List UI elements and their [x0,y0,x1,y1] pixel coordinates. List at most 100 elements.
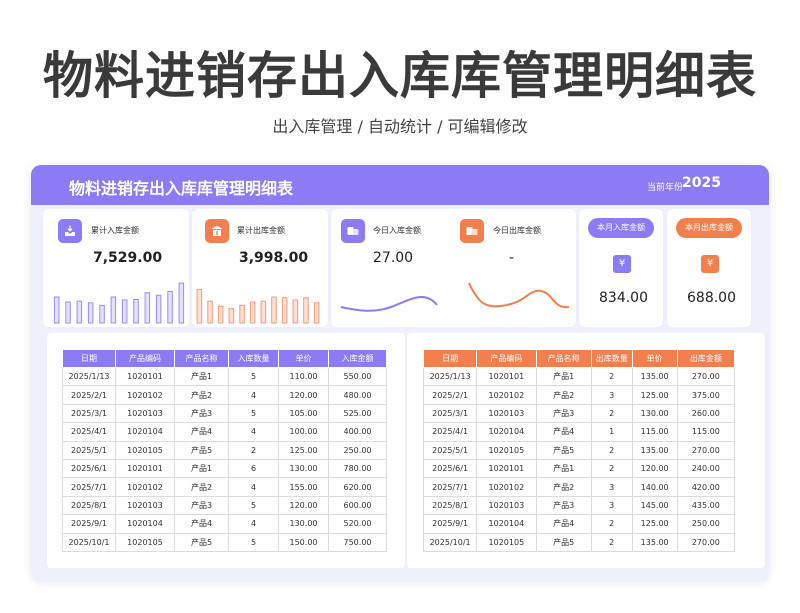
table-cell[interactable]: 1020105 [115,440,175,460]
table-cell[interactable]: 2025/3/1 [62,403,116,424]
table-cell[interactable]: 5 [228,366,279,387]
table-cell[interactable]: 1020101 [476,458,537,479]
table-cell[interactable]: 产品1 [535,458,592,479]
table-cell[interactable]: 1020103 [476,403,537,424]
table-cell[interactable]: 1020105 [476,440,537,460]
table-cell[interactable]: 1020103 [476,495,537,516]
table-cell[interactable]: 120.00 [278,385,329,405]
table-cell[interactable]: 2025/3/1 [422,403,478,424]
table-cell[interactable]: 250.00 [676,514,736,534]
table-cell[interactable]: 480.00 [328,385,387,405]
table-cell[interactable]: 2025/7/1 [62,477,116,497]
table-cell[interactable]: 产品1 [535,366,592,387]
table-cell[interactable]: 105.00 [278,403,329,424]
table-cell[interactable]: 2 [590,440,633,460]
table-cell[interactable]: 115.00 [676,422,736,442]
table-cell[interactable]: 1020101 [115,366,175,387]
table-cell[interactable]: 2025/4/1 [422,422,478,442]
table-cell[interactable]: 5 [228,532,279,552]
table-cell[interactable]: 2025/10/1 [62,532,116,552]
table-cell[interactable]: 1020104 [476,422,537,442]
table-cell[interactable]: 135.00 [631,440,678,460]
table-cell[interactable]: 3 [590,385,633,405]
table-cell[interactable]: 1020103 [115,495,175,516]
table-cell[interactable]: 2025/5/1 [62,440,116,460]
table-cell[interactable]: 750.00 [328,532,387,552]
table-cell[interactable]: 4 [228,422,279,442]
table-cell[interactable]: 125.00 [631,385,678,405]
table-cell[interactable]: 1020104 [115,514,175,534]
table-cell[interactable]: 产品5 [174,440,229,460]
table-cell[interactable]: 120.00 [631,458,678,479]
table-cell[interactable]: 4 [228,514,279,534]
table-cell[interactable]: 1020101 [115,458,175,479]
table-cell[interactable]: 1020103 [115,403,175,424]
table-cell[interactable]: 1020102 [476,385,537,405]
table-cell[interactable]: 产品1 [174,366,229,387]
table-cell[interactable]: 2025/2/1 [422,385,478,405]
table-cell[interactable]: 130.00 [631,403,678,424]
table-cell[interactable]: 2025/4/1 [62,422,116,442]
table-cell[interactable]: 1020104 [476,514,537,534]
table-cell[interactable]: 产品3 [174,495,229,516]
table-cell[interactable]: 130.00 [278,514,329,534]
table-cell[interactable]: 产品3 [535,495,592,516]
table-cell[interactable]: 1020102 [115,477,175,497]
table-cell[interactable]: 产品4 [535,514,592,534]
table-cell[interactable]: 125.00 [631,514,678,534]
table-cell[interactable]: 产品3 [535,403,592,424]
table-cell[interactable]: 110.00 [278,366,329,387]
table-cell[interactable]: 1020105 [115,532,175,552]
table-cell[interactable]: 1020102 [476,477,537,497]
table-cell[interactable]: 产品5 [535,532,592,552]
table-cell[interactable]: 2 [590,366,633,387]
table-cell[interactable]: 1020105 [476,532,537,552]
table-cell[interactable]: 5 [228,403,279,424]
table-cell[interactable]: 100.00 [278,422,329,442]
table-cell[interactable]: 125.00 [278,440,329,460]
table-cell[interactable]: 产品3 [174,403,229,424]
table-cell[interactable]: 2 [590,403,633,424]
table-cell[interactable]: 240.00 [676,458,736,479]
table-cell[interactable]: 3 [590,495,633,516]
table-cell[interactable]: 4 [228,385,279,405]
table-cell[interactable]: 135.00 [631,366,678,387]
table-cell[interactable]: 2025/1/13 [62,366,116,387]
table-cell[interactable]: 6 [228,458,279,479]
table-cell[interactable]: 270.00 [676,532,736,552]
table-cell[interactable]: 2025/6/1 [62,458,116,479]
table-cell[interactable]: 135.00 [631,532,678,552]
table-cell[interactable]: 120.00 [278,495,329,516]
table-cell[interactable]: 140.00 [631,477,678,497]
table-cell[interactable]: 2025/9/1 [62,514,116,534]
table-cell[interactable]: 2 [228,440,279,460]
table-cell[interactable]: 620.00 [328,477,387,497]
table-cell[interactable]: 1020101 [476,366,537,387]
table-cell[interactable]: 3 [590,477,633,497]
table-cell[interactable]: 2025/8/1 [62,495,116,516]
table-cell[interactable]: 270.00 [676,366,736,387]
table-cell[interactable]: 2 [590,514,633,534]
table-cell[interactable]: 520.00 [328,514,387,534]
table-cell[interactable]: 780.00 [328,458,387,479]
table-cell[interactable]: 2025/7/1 [422,477,478,497]
table-cell[interactable]: 产品4 [174,514,229,534]
table-cell[interactable]: 2025/1/13 [422,366,478,387]
table-cell[interactable]: 270.00 [676,440,736,460]
table-cell[interactable]: 产品5 [535,440,592,460]
table-cell[interactable]: 525.00 [328,403,387,424]
table-cell[interactable]: 420.00 [676,477,736,497]
table-cell[interactable]: 260.00 [676,403,736,424]
table-cell[interactable]: 600.00 [328,495,387,516]
table-cell[interactable]: 250.00 [328,440,387,460]
table-cell[interactable]: 115.00 [631,422,678,442]
table-cell[interactable]: 产品2 [535,385,592,405]
table-cell[interactable]: 145.00 [631,495,678,516]
table-cell[interactable]: 2025/6/1 [422,458,478,479]
table-cell[interactable]: 1020104 [115,422,175,442]
table-cell[interactable]: 2025/5/1 [422,440,478,460]
table-cell[interactable]: 155.00 [278,477,329,497]
table-cell[interactable]: 产品2 [174,477,229,497]
table-cell[interactable]: 2025/9/1 [422,514,478,534]
table-cell[interactable]: 550.00 [328,366,387,387]
